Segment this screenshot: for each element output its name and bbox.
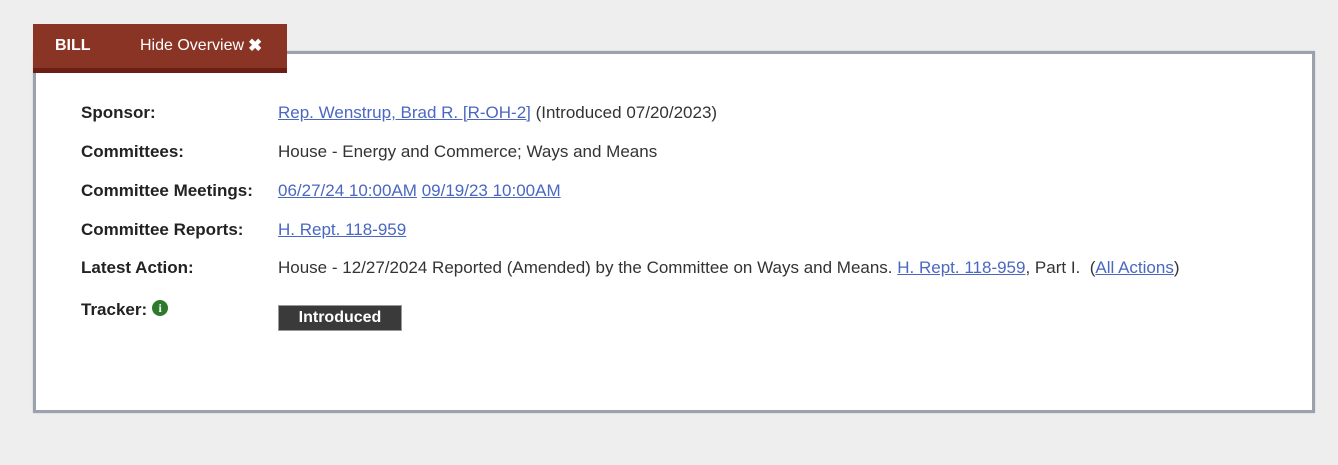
hide-overview-button[interactable]: Hide Overview ✖	[140, 36, 262, 56]
committee-meetings-row: Committee Meetings: 06/27/24 10:00AM 09/…	[81, 181, 561, 201]
committees-value: House - Energy and Commerce; Ways and Me…	[278, 142, 658, 161]
committee-meetings-label: Committee Meetings:	[81, 181, 253, 200]
latest-action-row: Latest Action: House - 12/27/2024 Report…	[81, 258, 1180, 278]
meeting-link[interactable]: 09/19/23 10:00AM	[422, 181, 561, 200]
sponsor-label: Sponsor:	[81, 103, 156, 122]
tracker-status-badge: Introduced	[278, 305, 402, 331]
latest-action-close: )	[1173, 258, 1180, 277]
committee-meetings-value: 06/27/24 10:00AM 09/19/23 10:00AM	[278, 181, 561, 201]
sponsor-link[interactable]: Rep. Wenstrup, Brad R. [R-OH-2]	[278, 103, 531, 122]
close-icon: ✖	[248, 36, 263, 55]
committee-reports-value: H. Rept. 118-959	[278, 220, 406, 240]
introduced-date: (Introduced 07/20/2023)	[530, 103, 718, 122]
sponsor-value: Rep. Wenstrup, Brad R. [R-OH-2] (Introdu…	[278, 103, 717, 123]
meeting-link[interactable]: 06/27/24 10:00AM	[278, 181, 417, 200]
overview-tab-bar: BILL Hide Overview ✖	[33, 24, 287, 73]
latest-action-report-link[interactable]: H. Rept. 118-959	[897, 258, 1025, 277]
tracker-label-wrap: Tracker: i	[81, 300, 278, 331]
committee-reports-label: Committee Reports:	[81, 220, 244, 239]
latest-action-text: House - 12/27/2024 Reported (Amended) by…	[278, 258, 898, 277]
committee-reports-row: Committee Reports: H. Rept. 118-959	[81, 220, 406, 240]
hide-overview-label: Hide Overview	[140, 37, 245, 54]
sponsor-row: Sponsor: Rep. Wenstrup, Brad R. [R-OH-2]…	[81, 103, 717, 123]
report-link[interactable]: H. Rept. 118-959	[278, 220, 406, 239]
bill-overview-panel: Sponsor: Rep. Wenstrup, Brad R. [R-OH-2]…	[33, 51, 1315, 413]
tracker-row: Tracker: i Introduced	[81, 300, 402, 331]
latest-action-label: Latest Action:	[81, 258, 194, 277]
latest-action-suffix: , Part I. (	[1025, 258, 1096, 277]
committees-row: Committees: House - Energy and Commerce;…	[81, 142, 657, 162]
tracker-value: Introduced	[278, 300, 402, 331]
tab-title: BILL	[55, 37, 91, 54]
committees-label: Committees:	[81, 142, 184, 161]
latest-action-value: House - 12/27/2024 Reported (Amended) by…	[278, 258, 1180, 278]
tracker-label: Tracker:	[81, 300, 148, 319]
info-icon[interactable]: i	[152, 300, 169, 316]
all-actions-link[interactable]: All Actions	[1095, 258, 1173, 277]
